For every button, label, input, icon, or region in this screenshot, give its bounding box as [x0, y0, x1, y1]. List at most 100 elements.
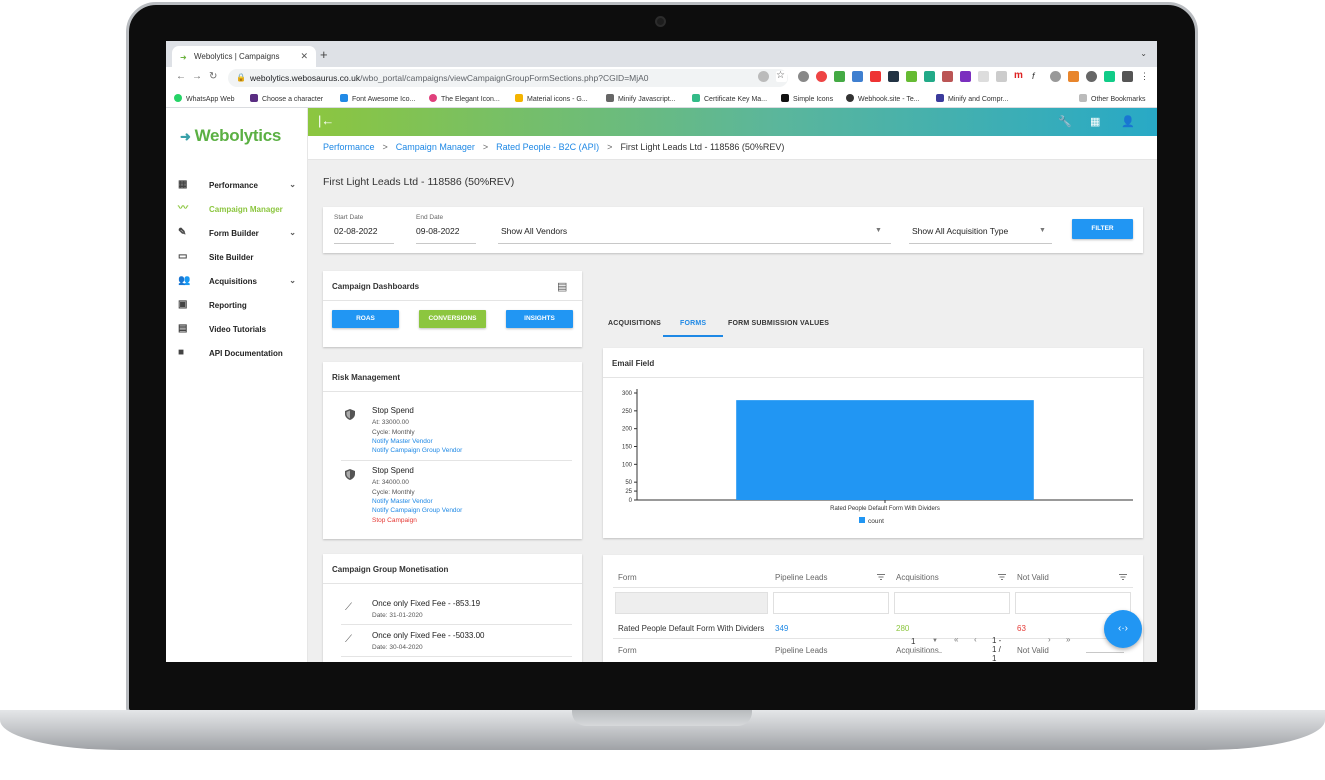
not-valid-filter-input[interactable] [1015, 592, 1131, 614]
vendor-select[interactable]: Show All Vendors [501, 226, 567, 236]
menu-dots-icon[interactable]: ⋮ [1140, 71, 1151, 82]
bookmark-item[interactable]: WhatsApp Web [174, 94, 235, 103]
bookmark-item[interactable]: Material icons - G... [515, 94, 588, 103]
cell-pipeline-leads[interactable]: 349 [775, 624, 788, 633]
extension-icon[interactable] [852, 71, 863, 82]
extension-icon[interactable]: m [1014, 71, 1025, 82]
card-title: Email Field [612, 359, 655, 368]
extension-icon[interactable] [888, 71, 899, 82]
column-header-not-valid[interactable]: Not Valid [1017, 573, 1049, 582]
sidebar-item-form-builder[interactable]: ✎ Form Builder ⌄ [178, 228, 302, 244]
roas-button[interactable]: ROAS [332, 310, 399, 328]
tab-acquisitions[interactable]: ACQUISITIONS [608, 320, 661, 327]
bookmark-item[interactable]: The Elegant Icon... [429, 94, 500, 103]
pipeline-filter-input[interactable] [773, 592, 889, 614]
puzzle-icon[interactable] [1122, 71, 1133, 82]
sidebar-item-site-builder[interactable]: ▭ Site Builder [178, 252, 302, 268]
cell-acquisitions[interactable]: 280 [896, 624, 909, 633]
address-bar[interactable]: 🔒 webolytics.webosaurus.co.uk/wbo_portal… [228, 69, 788, 87]
risk-item-title: Stop Spend [372, 466, 414, 475]
collapse-sidebar-icon[interactable]: |← [318, 113, 334, 128]
sidebar-item-campaign-manager[interactable]: 〰 Campaign Manager [178, 204, 302, 220]
user-icon[interactable]: 👤 [1121, 115, 1135, 128]
sidebar-item-api-documentation[interactable]: ■ API Documentation [178, 348, 302, 364]
extension-icon[interactable] [1050, 71, 1061, 82]
bookmark-item[interactable]: Simple Icons [781, 94, 833, 103]
next-page-icon[interactable]: › [1048, 635, 1051, 644]
form-filter-input[interactable] [615, 592, 768, 614]
other-bookmarks[interactable]: Other Bookmarks [1079, 94, 1145, 103]
tab-forms[interactable]: FORMS [680, 320, 706, 327]
start-date-input[interactable]: 02-08-2022 [334, 226, 377, 236]
extension-icon[interactable] [870, 71, 881, 82]
reload-icon[interactable]: ↻ [209, 71, 217, 82]
conversions-button[interactable]: CONVERSIONS [419, 310, 486, 328]
back-icon[interactable]: ← [176, 71, 186, 82]
acquisition-type-select[interactable]: Show All Acquisition Type [912, 226, 1008, 236]
extension-icon[interactable] [942, 71, 953, 82]
sidebar-item-reporting[interactable]: ▣ Reporting [178, 300, 302, 316]
extension-icon[interactable] [1104, 71, 1115, 82]
new-tab-icon[interactable]: + [320, 47, 328, 62]
close-tab-icon[interactable]: ✕ [300, 51, 308, 62]
logo[interactable]: ➜ Webolytics [180, 126, 281, 146]
floating-action-button[interactable]: ‹·› [1104, 610, 1142, 648]
wrench-icon[interactable]: 🔧 [1058, 115, 1072, 128]
stop-campaign-link[interactable]: Stop Campaign [372, 517, 417, 524]
extension-icon[interactable] [798, 71, 809, 82]
bookmark-item[interactable]: Certificate Key Ma... [692, 94, 767, 103]
star-icon[interactable]: ☆ [776, 71, 787, 82]
bookmark-item[interactable]: Font Awesome Ico... [340, 94, 415, 103]
cell-not-valid[interactable]: 63 [1017, 624, 1026, 633]
column-header-acquisitions[interactable]: Acquisitions [896, 573, 939, 582]
grid-icon[interactable]: ▦ [1090, 115, 1100, 128]
notify-campaign-group-vendor-link[interactable]: Notify Campaign Group Vendor [372, 507, 462, 514]
prev-page-icon[interactable]: ‹ [974, 635, 977, 644]
card-title: Risk Management [332, 373, 401, 382]
sort-icon[interactable] [1119, 574, 1127, 580]
forward-icon[interactable]: → [192, 71, 202, 82]
extension-icon[interactable] [996, 71, 1007, 82]
extension-icon[interactable]: f [1032, 71, 1043, 82]
notify-master-vendor-link[interactable]: Notify Master Vendor [372, 498, 433, 505]
acquisitions-filter-input[interactable] [894, 592, 1010, 614]
column-header-form[interactable]: Form [618, 573, 637, 582]
extension-icon[interactable] [978, 71, 989, 82]
extension-icon[interactable] [816, 71, 827, 82]
sort-icon[interactable] [998, 574, 1006, 580]
first-page-icon[interactable]: « [954, 635, 958, 644]
bookmark-item[interactable]: Minify and Compr... [936, 94, 1008, 103]
sort-icon[interactable] [877, 574, 885, 580]
laptop-frame: ➜ Webolytics | Campaigns ✕ + ⌄ ← → ↻ 🔒 w… [0, 0, 1325, 780]
sidebar-item-video-tutorials[interactable]: ▤ Video Tutorials [178, 324, 302, 340]
share-icon[interactable] [758, 71, 769, 82]
last-page-icon[interactable]: » [1066, 635, 1070, 644]
extension-icon[interactable] [834, 71, 845, 82]
tab-form-submission-values[interactable]: FORM SUBMISSION VALUES [728, 320, 829, 327]
bookmark-item[interactable]: Minify Javascript... [606, 94, 676, 103]
notify-master-vendor-link[interactable]: Notify Master Vendor [372, 438, 433, 445]
tab-search-icon[interactable]: ⌄ [1140, 49, 1147, 58]
bookmark-item[interactable]: Choose a character [250, 94, 323, 103]
extension-icon[interactable] [924, 71, 935, 82]
extension-icon[interactable] [960, 71, 971, 82]
extension-icon[interactable] [906, 71, 917, 82]
dashboard-icon[interactable]: ▤ [557, 280, 567, 293]
breadcrumb-performance[interactable]: Performance [323, 142, 375, 152]
page-size-select[interactable]: 1 [911, 637, 915, 646]
sidebar-item-acquisitions[interactable]: 👥 Acquisitions ⌄ [178, 276, 302, 292]
extension-icon[interactable] [1068, 71, 1079, 82]
notify-campaign-group-vendor-link[interactable]: Notify Campaign Group Vendor [372, 447, 462, 454]
extension-icon[interactable] [1086, 71, 1097, 82]
breadcrumb-campaign-manager[interactable]: Campaign Manager [396, 142, 475, 152]
end-date-input[interactable]: 09-08-2022 [416, 226, 459, 236]
chevron-down-icon: ⌄ [289, 276, 296, 285]
browser-tab[interactable]: ➜ Webolytics | Campaigns ✕ [172, 46, 316, 67]
insights-button[interactable]: INSIGHTS [506, 310, 573, 328]
column-header-pipeline-leads[interactable]: Pipeline Leads [775, 573, 827, 582]
breadcrumb-campaign-group[interactable]: Rated People - B2C (API) [496, 142, 599, 152]
filter-button[interactable]: FILTER [1072, 219, 1133, 239]
bookmark-item[interactable]: Webhook.site - Te... [846, 94, 920, 103]
sidebar-item-performance[interactable]: ▦ Performance ⌄ [178, 180, 302, 196]
card-title: Campaign Dashboards [332, 282, 420, 291]
